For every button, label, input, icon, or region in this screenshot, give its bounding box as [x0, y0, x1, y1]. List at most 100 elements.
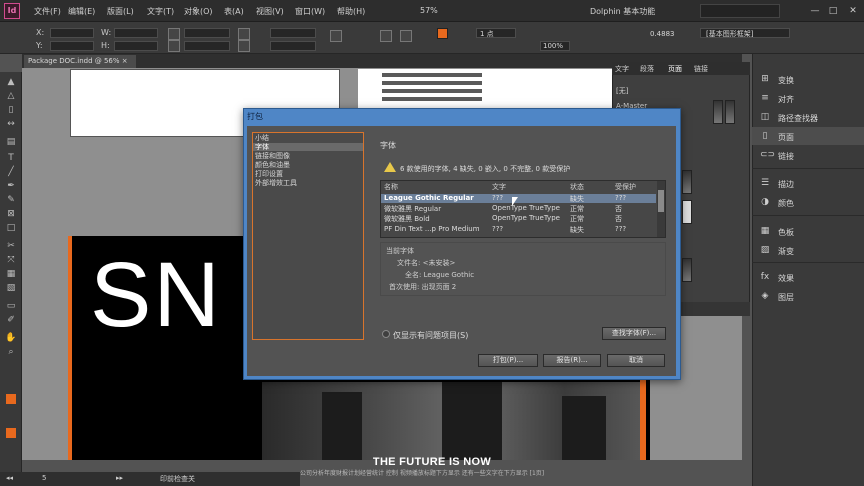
- col-status[interactable]: 状态: [570, 182, 584, 192]
- rotate-field[interactable]: [270, 28, 316, 38]
- selection-tool-icon[interactable]: ▲: [4, 76, 18, 88]
- fill-swatch[interactable]: [437, 28, 448, 39]
- dock-transform[interactable]: ⊞ 变换: [752, 70, 864, 88]
- select-container-icon[interactable]: [380, 30, 392, 42]
- dock-pages[interactable]: ▯ 页面: [752, 127, 864, 145]
- dock-layers[interactable]: ◈ 图层: [752, 287, 864, 305]
- page-thumbnail[interactable]: [682, 170, 692, 194]
- menu-table[interactable]: 表(A): [224, 6, 244, 17]
- table-row[interactable]: 微软雅黑 Regular OpenType TrueType 正常 否: [381, 204, 656, 213]
- workspace-switcher[interactable]: Dolphin 基本功能: [590, 6, 655, 17]
- category-fonts[interactable]: 字体: [253, 143, 363, 151]
- gradient-tool-icon[interactable]: ▦: [4, 268, 18, 280]
- eyedropper-tool-icon[interactable]: ✐: [4, 314, 18, 326]
- menu-help[interactable]: 帮助(H): [337, 6, 365, 17]
- tab-pages[interactable]: 页面: [668, 64, 682, 74]
- tab-links[interactable]: 链接: [694, 64, 708, 74]
- table-row[interactable]: League Gothic Regular ??? 缺失 ???: [381, 194, 656, 203]
- dock-align[interactable]: ≡ 对齐: [752, 89, 864, 107]
- category-colors[interactable]: 颜色和油墨: [253, 161, 363, 169]
- pencil-tool-icon[interactable]: ✎: [4, 194, 18, 206]
- dock-pathfinder[interactable]: ◫ 路径查找器: [752, 108, 864, 126]
- menu-view[interactable]: 视图(V): [256, 6, 284, 17]
- rotate-icon[interactable]: [238, 28, 250, 40]
- shear-icon[interactable]: [238, 40, 250, 52]
- hand-tool-icon[interactable]: ✋: [4, 332, 18, 344]
- cancel-button[interactable]: 取消: [607, 354, 665, 367]
- col-name[interactable]: 名称: [384, 182, 398, 192]
- col-type[interactable]: 文字: [492, 182, 506, 192]
- h-field[interactable]: [114, 41, 158, 51]
- zoom-tool-icon[interactable]: ⌕: [4, 346, 18, 358]
- table-row[interactable]: PF Din Text ...p Pro Medium ??? 缺失 ???: [381, 225, 656, 234]
- prev-page-icon[interactable]: ◂◂: [6, 474, 13, 482]
- flip-icon[interactable]: [330, 30, 342, 42]
- scale-y-field[interactable]: [184, 41, 230, 51]
- fill-color-swatch[interactable]: [6, 394, 16, 404]
- dock-links[interactable]: ⊂⊃ 链接: [752, 146, 864, 164]
- content-collector-icon[interactable]: ▤: [4, 136, 18, 148]
- page-thumbnail[interactable]: [682, 200, 692, 224]
- page-thumbnail[interactable]: [713, 100, 723, 124]
- menu-file[interactable]: 文件(F): [34, 6, 61, 17]
- page-number[interactable]: 5: [42, 474, 46, 482]
- find-font-button[interactable]: 查找字体(F)...: [602, 327, 666, 340]
- headline-text[interactable]: SN: [90, 240, 222, 350]
- menu-layout[interactable]: 版面(L): [107, 6, 134, 17]
- note-tool-icon[interactable]: ▭: [4, 300, 18, 312]
- help-search-input[interactable]: [700, 4, 780, 18]
- show-problems-checkbox[interactable]: [382, 330, 390, 338]
- stroke-color-swatch[interactable]: [6, 428, 16, 438]
- preflight-status[interactable]: 印前检查关: [160, 474, 195, 484]
- dock-gradient[interactable]: ▨ 渐变: [752, 241, 864, 259]
- dock-effects[interactable]: fx 效果: [752, 268, 864, 286]
- menu-edit[interactable]: 编辑(E): [68, 6, 95, 17]
- page-thumbnail[interactable]: [682, 258, 692, 282]
- dock-stroke[interactable]: ☰ 描边: [752, 174, 864, 192]
- rectangle-frame-tool-icon[interactable]: ⊠: [4, 208, 18, 220]
- gap-tool-icon[interactable]: ↔: [4, 118, 18, 130]
- menu-window[interactable]: 窗口(W): [295, 6, 325, 17]
- next-page-icon[interactable]: ▸▸: [116, 474, 123, 482]
- menu-object[interactable]: 对象(O): [184, 6, 213, 17]
- select-content-icon[interactable]: [400, 30, 412, 42]
- page-thumbnail[interactable]: [725, 100, 735, 124]
- gradient-feather-tool-icon[interactable]: ▧: [4, 282, 18, 294]
- category-links[interactable]: 链接和图像: [253, 152, 363, 160]
- scale-y-icon[interactable]: [168, 40, 180, 52]
- report-button[interactable]: 报告(R)...: [543, 354, 601, 367]
- group-photo[interactable]: [262, 382, 640, 460]
- master-none[interactable]: [无]: [616, 86, 628, 96]
- page-tool-icon[interactable]: ▯: [4, 104, 18, 116]
- tab-paragraph[interactable]: 段落: [640, 64, 654, 74]
- direct-selection-tool-icon[interactable]: △: [4, 90, 18, 102]
- dock-color[interactable]: ◑ 颜色: [752, 193, 864, 211]
- scissors-tool-icon[interactable]: ✂: [4, 240, 18, 252]
- zoom-level[interactable]: 57%: [420, 6, 438, 15]
- category-summary[interactable]: 小结: [253, 134, 363, 142]
- col-protected[interactable]: 受保护: [615, 182, 636, 192]
- category-plugins[interactable]: 外部增效工具: [253, 179, 363, 187]
- scale-x-icon[interactable]: [168, 28, 180, 40]
- maximize-icon[interactable]: □: [826, 4, 840, 18]
- y-field[interactable]: [50, 41, 94, 51]
- table-row[interactable]: 微软雅黑 Bold OpenType TrueType 正常 否: [381, 214, 656, 223]
- category-print-settings[interactable]: 打印设置: [253, 170, 363, 178]
- document-tab[interactable]: Package DOC.indd @ 56% ×: [24, 55, 136, 68]
- package-button[interactable]: 打包(P)...: [478, 354, 538, 367]
- free-transform-tool-icon[interactable]: ⤧: [4, 254, 18, 266]
- tab-character[interactable]: 文字: [615, 64, 629, 74]
- shear-field[interactable]: [270, 41, 316, 51]
- minimize-icon[interactable]: —: [808, 4, 822, 18]
- table-scroll-thumb[interactable]: [658, 190, 664, 212]
- scale-x-field[interactable]: [184, 28, 230, 38]
- close-icon[interactable]: ✕: [846, 4, 860, 18]
- rectangle-tool-icon[interactable]: □: [4, 222, 18, 234]
- w-field[interactable]: [114, 28, 158, 38]
- line-tool-icon[interactable]: ╱: [4, 166, 18, 178]
- type-tool-icon[interactable]: T: [4, 152, 18, 164]
- dock-swatches[interactable]: ▦ 色板: [752, 222, 864, 240]
- pen-tool-icon[interactable]: ✒: [4, 180, 18, 192]
- x-field[interactable]: [50, 28, 94, 38]
- show-problems-label[interactable]: 仅显示有问题项目(S): [393, 330, 468, 341]
